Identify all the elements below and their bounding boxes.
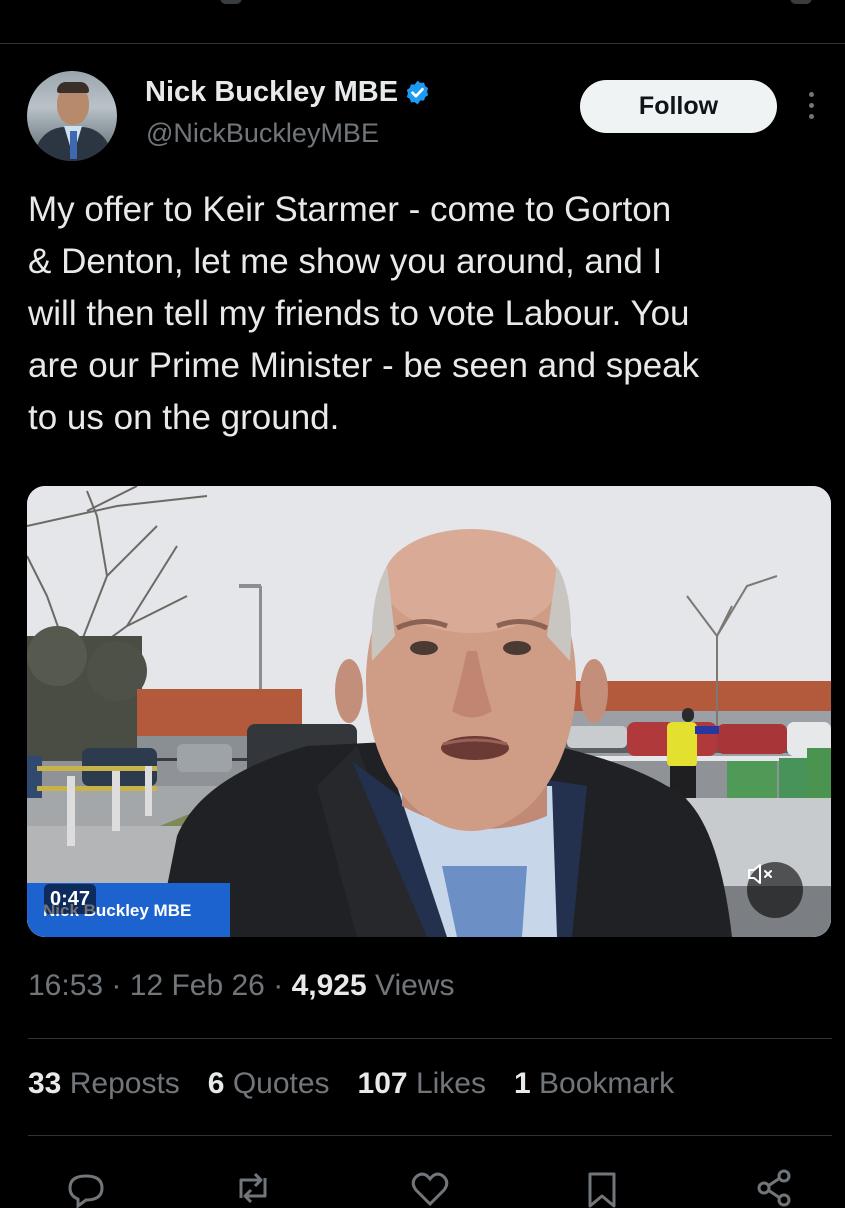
engagement-stats: 33 Reposts 6 Quotes 107 Likes 1 Bookmark xyxy=(28,1067,702,1101)
video-player[interactable]: Nick Buckley MBE 0:47 xyxy=(27,486,831,937)
volume-muted-icon xyxy=(748,864,772,884)
tweet-time[interactable]: 16:53 xyxy=(28,969,103,1002)
like-icon[interactable] xyxy=(408,1168,452,1208)
author-name-row[interactable]: Nick Buckley MBE xyxy=(145,76,431,109)
bookmark-icon[interactable] xyxy=(580,1168,624,1208)
bookmarks-label: Bookmark xyxy=(539,1067,675,1100)
views-count: 4,925 xyxy=(291,969,367,1002)
top-stub-left xyxy=(220,0,242,4)
more-options-icon[interactable] xyxy=(803,92,819,124)
quotes-stat[interactable]: 6 Quotes xyxy=(208,1067,330,1101)
meta-separator: · xyxy=(273,969,284,1002)
video-frame xyxy=(27,486,831,937)
likes-count: 107 xyxy=(357,1067,408,1100)
reply-icon[interactable] xyxy=(64,1168,108,1208)
divider-stats xyxy=(28,1135,832,1136)
quotes-count: 6 xyxy=(207,1067,225,1100)
meta-separator: · xyxy=(111,969,122,1002)
views-label: Views xyxy=(374,969,455,1002)
reposts-stat[interactable]: 33 Reposts xyxy=(28,1067,180,1101)
avatar[interactable] xyxy=(27,71,117,161)
verified-badge-icon xyxy=(406,80,429,105)
author-handle[interactable]: @NickBuckleyMBE xyxy=(146,118,379,149)
share-icon[interactable] xyxy=(752,1168,796,1208)
author-display-name[interactable]: Nick Buckley MBE xyxy=(145,76,398,109)
bookmarks-count: 1 xyxy=(514,1067,531,1100)
follow-button[interactable]: Follow xyxy=(580,80,777,133)
reposts-label: Reposts xyxy=(69,1067,180,1100)
top-stub-right xyxy=(790,0,812,4)
video-duration: 0:47 xyxy=(44,884,97,914)
repost-icon[interactable] xyxy=(231,1168,275,1208)
avatar-hair xyxy=(57,82,89,93)
mute-button[interactable] xyxy=(747,862,803,918)
divider-meta xyxy=(28,1038,832,1039)
reposts-count: 33 xyxy=(28,1067,62,1100)
likes-label: Likes xyxy=(415,1067,486,1100)
likes-stat[interactable]: 107 Likes xyxy=(358,1067,486,1101)
tweet-date[interactable]: 12 Feb 26 xyxy=(130,969,265,1002)
avatar-tie xyxy=(70,131,77,159)
top-divider xyxy=(0,43,845,44)
tweet-text: My offer to Keir Starmer - come to Gorto… xyxy=(28,190,700,437)
bookmarks-stat[interactable]: 1 Bookmark xyxy=(514,1067,674,1101)
tweet-meta: 16:53 · 12 Feb 26 · 4,925 Views xyxy=(28,969,454,1003)
quotes-label: Quotes xyxy=(232,1067,330,1100)
